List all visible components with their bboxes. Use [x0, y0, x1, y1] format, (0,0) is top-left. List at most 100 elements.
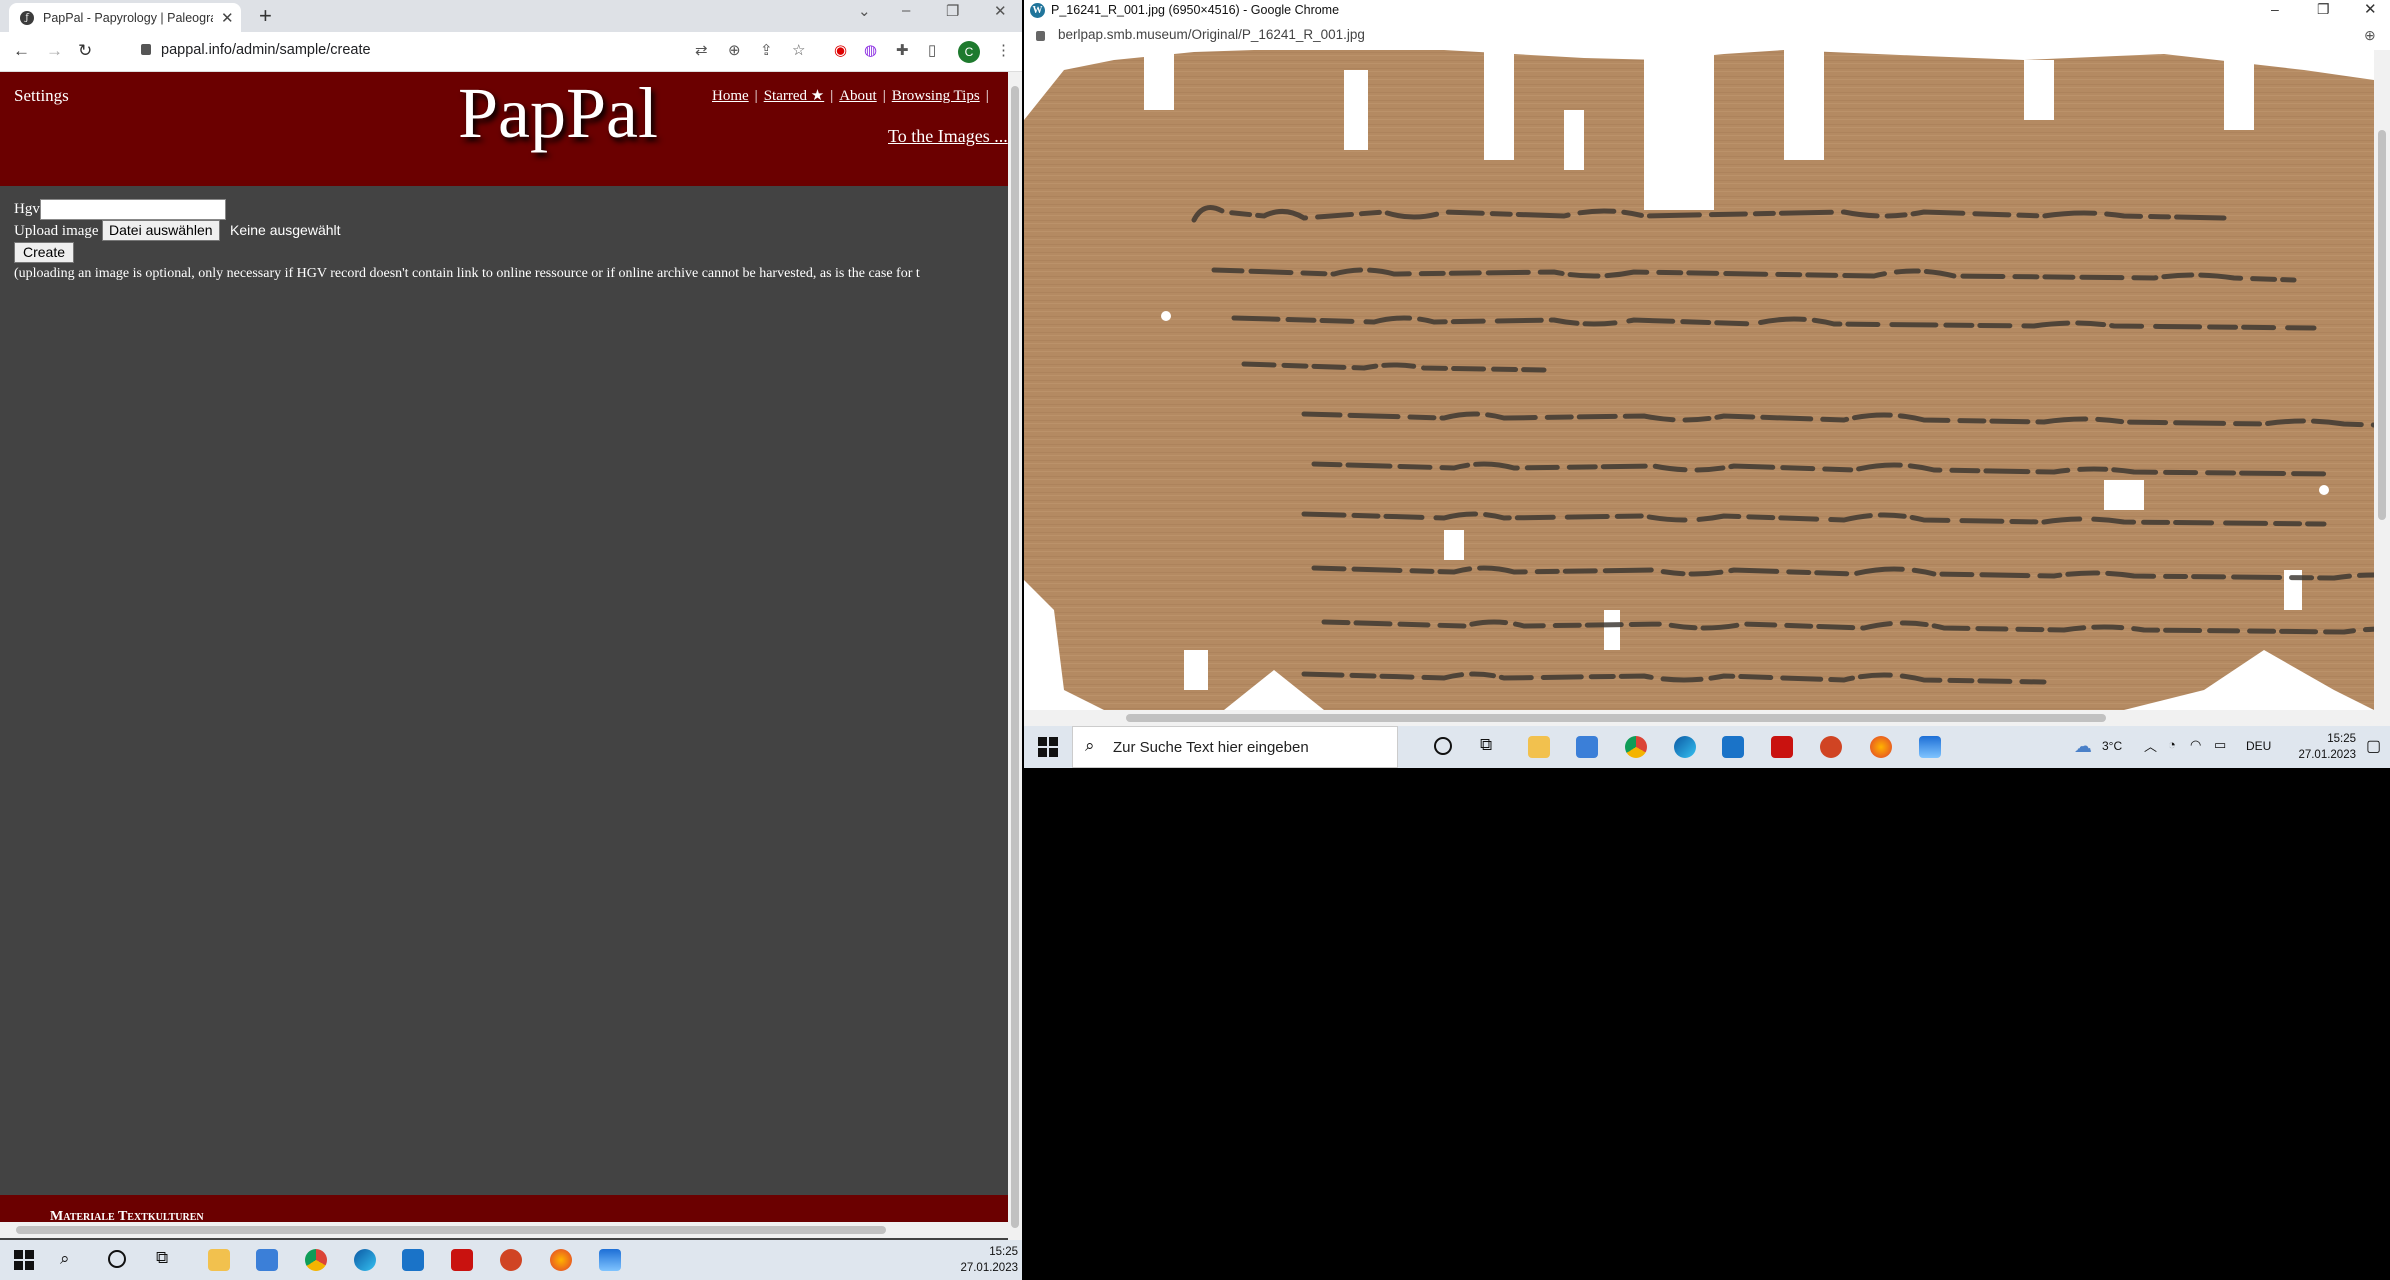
network-icon[interactable]: ◔	[2168, 737, 2176, 752]
no-file-selected-text: Keine ausgewählt	[230, 222, 341, 238]
edge-icon[interactable]	[1674, 736, 1696, 758]
reload-icon[interactable]: ↻	[78, 41, 92, 61]
vertical-scrollbar[interactable]	[1008, 72, 1022, 1240]
powerpoint-icon[interactable]	[1820, 736, 1842, 758]
forward-icon[interactable]: →	[46, 41, 63, 61]
share-icon[interactable]: ⇪	[760, 41, 773, 59]
restore-icon[interactable]: ❐	[2317, 1, 2330, 18]
file-explorer-icon[interactable]	[208, 1249, 230, 1271]
tab-strip: ƒ PapPal - Papyrology | Paleography ✕ + …	[0, 0, 1022, 32]
create-button[interactable]: Create	[14, 242, 75, 263]
scroll-thumb[interactable]	[1011, 86, 1019, 1228]
search-icon[interactable]: ⌕	[60, 1249, 70, 1269]
store-icon[interactable]	[1576, 736, 1598, 758]
file-explorer-icon[interactable]	[1528, 736, 1550, 758]
profile-avatar[interactable]: C	[958, 41, 980, 63]
firefox-icon[interactable]	[550, 1249, 572, 1271]
clock-time: 15:25	[989, 1246, 1018, 1258]
site-header: Settings PapPal Home | Starred ★ | About | Bro…	[0, 72, 1008, 186]
window-close-icon[interactable]: ✕	[994, 2, 1007, 20]
hgv-label: Hgv	[14, 201, 40, 217]
taskbar-clock[interactable]: 15:25 27.01.2023	[950, 1244, 1018, 1276]
language-indicator[interactable]: DEU	[2246, 739, 2271, 753]
notifications-icon[interactable]: ▢	[2366, 736, 2381, 756]
window-close-icon[interactable]: ✕	[2364, 0, 2377, 18]
mail-icon[interactable]	[1722, 736, 1744, 758]
battery-icon[interactable]: ▭	[2214, 737, 2226, 753]
create-sample-form: Hgv Upload image Datei auswählen Keine a…	[14, 198, 1008, 288]
photos-icon[interactable]	[599, 1249, 621, 1271]
windows-start-icon[interactable]	[14, 1250, 34, 1270]
scroll-thumb[interactable]	[1126, 714, 2106, 722]
extension-shield-icon[interactable]: ◉	[834, 41, 847, 59]
menu-kebab-icon[interactable]: ⋮	[996, 41, 1011, 59]
site-nav: Home | Starred ★ | About | Browsing Tips |	[712, 88, 989, 104]
zoom-icon[interactable]: ⊕	[728, 41, 741, 59]
cortana-icon[interactable]	[1434, 737, 1452, 755]
lock-icon	[141, 44, 151, 55]
upload-note: (uploading an image is optional, only ne…	[14, 266, 920, 281]
right-taskbar: ⌕ Zur Suche Text hier eingeben ⧉ ☁ 3°C ︿…	[1024, 726, 2390, 768]
back-icon[interactable]: ←	[13, 41, 30, 61]
task-view-icon[interactable]: ⧉	[1480, 735, 1492, 755]
task-view-icon[interactable]: ⧉	[156, 1248, 168, 1268]
to-images-link[interactable]: To the Images ...	[888, 126, 1008, 147]
weather-cloud-icon[interactable]: ☁	[2074, 736, 2092, 757]
right-horizontal-scrollbar[interactable]	[1024, 710, 2390, 726]
toolbar: ← → ↻ pappal.info/admin/sample/create ⇄ …	[0, 32, 1022, 72]
tab-close-icon[interactable]: ✕	[221, 9, 234, 27]
right-address-bar[interactable]: berlpap.smb.museum/Original/P_16241_R_00…	[1024, 22, 2390, 50]
wordpress-favicon-icon: W	[1030, 3, 1045, 18]
tab-pappal[interactable]: ƒ PapPal - Papyrology | Paleography ✕	[9, 3, 241, 32]
bookmark-star-icon[interactable]: ☆	[792, 41, 805, 59]
translate-icon[interactable]: ⇄	[695, 41, 708, 59]
clock-date: 27.01.2023	[960, 1262, 1018, 1274]
photos-icon[interactable]	[1919, 736, 1941, 758]
minimize-icon[interactable]: –	[902, 2, 910, 19]
new-tab-icon[interactable]: +	[259, 3, 272, 29]
site-logo[interactable]: PapPal	[458, 72, 658, 155]
tab-search-icon[interactable]: ⌄	[858, 2, 871, 20]
minimize-icon[interactable]: –	[2271, 1, 2279, 17]
store-icon[interactable]	[256, 1249, 278, 1271]
zoom-icon[interactable]: ⊕	[2364, 27, 2376, 44]
extension-ublock-icon[interactable]: ◍	[864, 41, 877, 59]
horizontal-scrollbar[interactable]	[0, 1222, 1008, 1238]
choose-file-button[interactable]: Datei auswählen	[102, 220, 220, 241]
weather-temp[interactable]: 3°C	[2102, 739, 2122, 753]
nav-starred[interactable]: Starred ★	[764, 88, 825, 104]
cortana-icon[interactable]	[108, 1250, 126, 1268]
taskbar-clock[interactable]: 15:25 27.01.2023	[2286, 731, 2356, 763]
edge-icon[interactable]	[354, 1249, 376, 1271]
pappal-favicon-icon: ƒ	[20, 11, 34, 25]
windows-start-icon[interactable]	[1038, 737, 1058, 757]
right-window-title: P_16241_R_001.jpg (6950×4516) - Google C…	[1051, 3, 1340, 17]
firefox-icon[interactable]	[1870, 736, 1892, 758]
restore-icon[interactable]: ❐	[946, 2, 959, 20]
sidepanel-icon[interactable]: ▯	[928, 41, 936, 59]
chrome-icon[interactable]	[1625, 736, 1647, 758]
acrobat-icon[interactable]	[451, 1249, 473, 1271]
hgv-input[interactable]	[40, 199, 226, 220]
upload-label: Upload image	[14, 223, 99, 239]
scroll-thumb[interactable]	[2378, 130, 2386, 520]
nav-home[interactable]: Home	[712, 88, 749, 104]
extensions-puzzle-icon[interactable]: ✚	[896, 41, 909, 59]
url-text: pappal.info/admin/sample/create	[161, 42, 371, 58]
address-bar[interactable]: pappal.info/admin/sample/create	[141, 42, 371, 58]
tray-chevron-icon[interactable]: ︿	[2144, 736, 2157, 755]
settings-link[interactable]: Settings	[14, 86, 69, 106]
mail-icon[interactable]	[402, 1249, 424, 1271]
nav-about[interactable]: About	[839, 88, 877, 104]
taskbar-search-placeholder: Zur Suche Text hier eingeben	[1113, 739, 1309, 756]
wifi-icon[interactable]: ◠	[2190, 737, 2201, 753]
taskbar-search-box[interactable]: ⌕ Zur Suche Text hier eingeben	[1072, 726, 1398, 768]
right-vertical-scrollbar[interactable]	[2374, 50, 2390, 710]
powerpoint-icon[interactable]	[500, 1249, 522, 1271]
scroll-thumb[interactable]	[16, 1226, 886, 1234]
acrobat-icon[interactable]	[1771, 736, 1793, 758]
chrome-icon[interactable]	[305, 1249, 327, 1271]
clock-date: 27.01.2023	[2298, 749, 2356, 761]
nav-browsing-tips[interactable]: Browsing Tips	[892, 88, 980, 104]
papyrus-image[interactable]	[1024, 50, 2374, 710]
